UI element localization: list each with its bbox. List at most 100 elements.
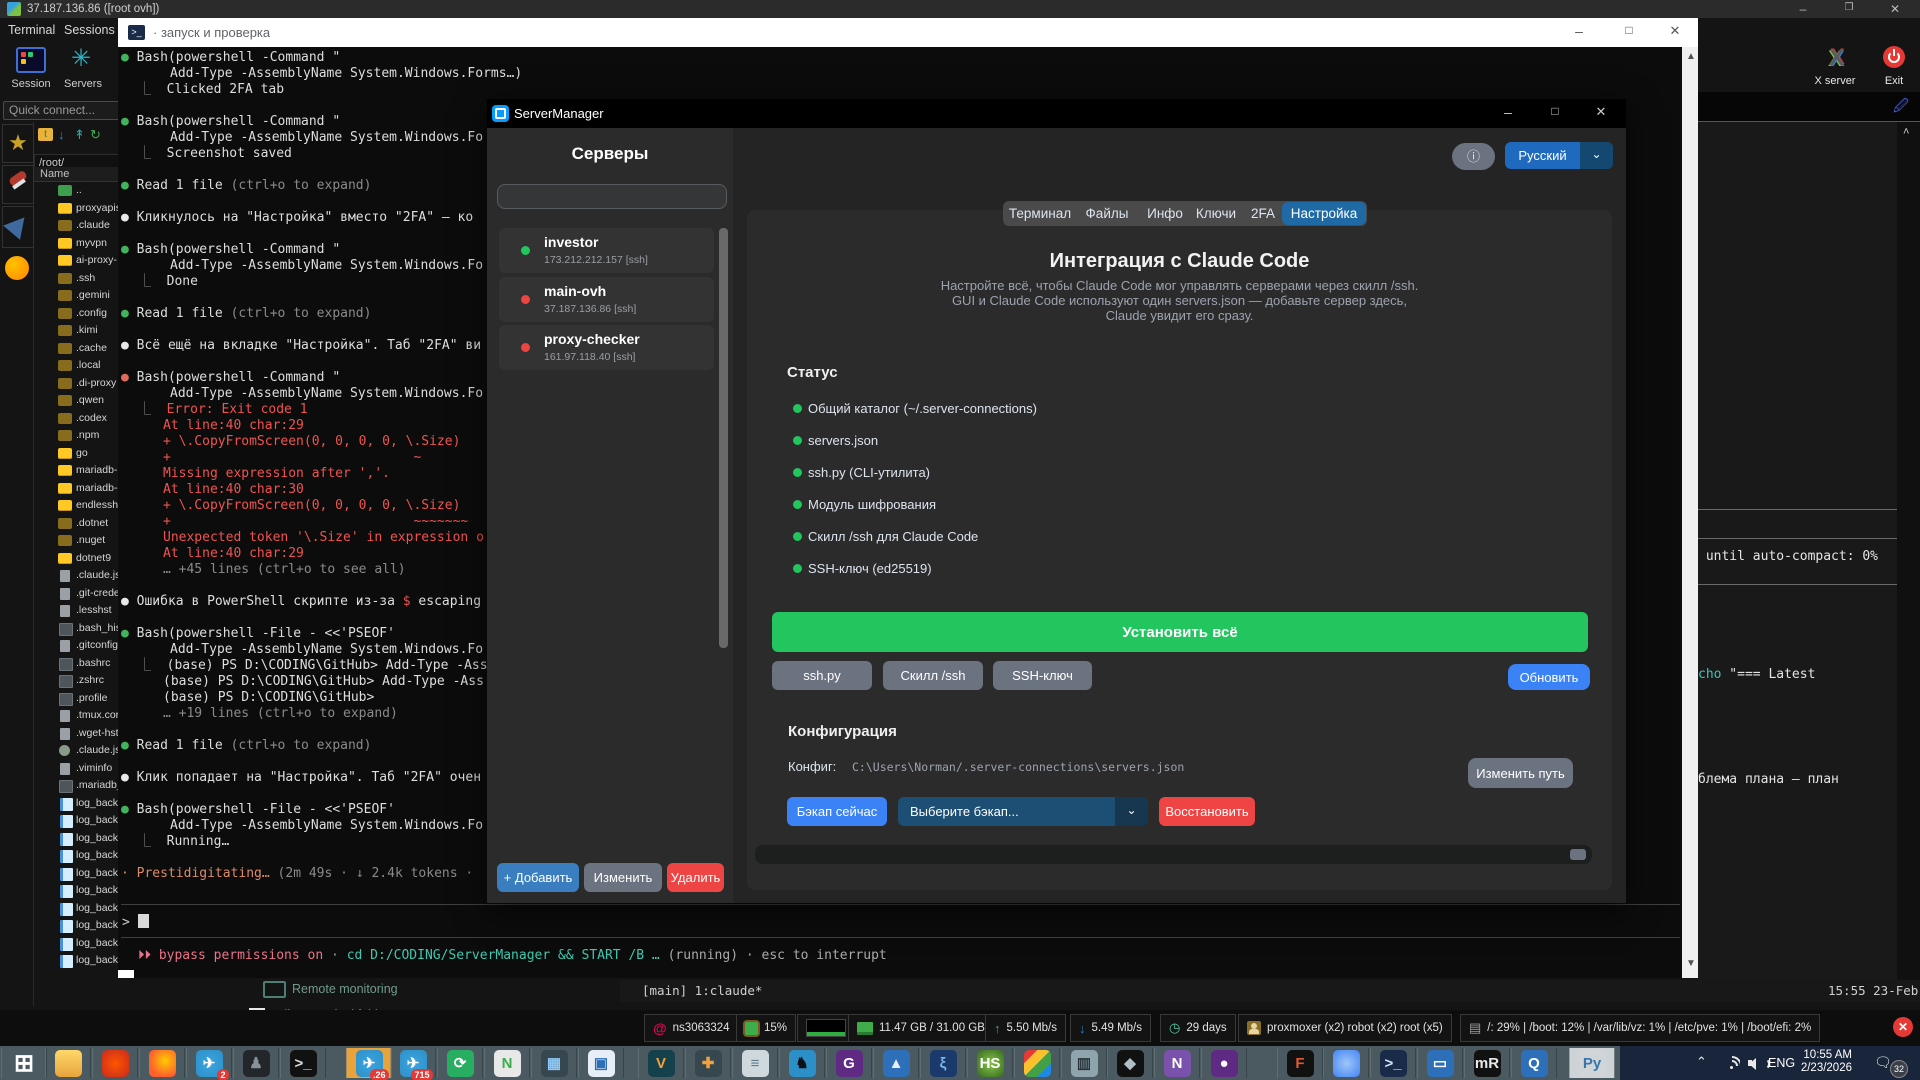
file-row[interactable]: .di-proxy xyxy=(34,376,118,393)
file-row[interactable]: .local xyxy=(34,358,118,375)
terminal-scrollbar[interactable] xyxy=(1682,47,1698,978)
file-row[interactable]: mariadb-c xyxy=(34,481,118,498)
taskbar-icon-brave[interactable] xyxy=(92,1048,138,1078)
tray-volume-icon[interactable] xyxy=(1748,1056,1764,1070)
taskbar-icon-quick[interactable]: Q xyxy=(1511,1048,1557,1078)
taskbar-icon-figma[interactable]: F xyxy=(1277,1048,1323,1078)
file-row[interactable]: go xyxy=(34,446,118,463)
tray-language[interactable]: ENG xyxy=(1768,1056,1795,1070)
taskbar-icon-mremote[interactable]: mR xyxy=(1464,1048,1510,1078)
taskbar-icon-gdoc[interactable]: G xyxy=(826,1048,872,1078)
taskbar-icon-monitor[interactable]: ▭ xyxy=(1417,1048,1463,1078)
mobaxterm-restore-button[interactable]: ❐ xyxy=(1842,2,1856,16)
file-row[interactable]: log_backu xyxy=(34,813,118,830)
terminal-scroll-up-icon[interactable]: ▲ xyxy=(1686,51,1696,62)
taskbar-icon-v9[interactable]: V xyxy=(638,1048,684,1078)
file-row[interactable]: proxyapis xyxy=(34,201,118,218)
file-row[interactable]: .npm xyxy=(34,428,118,445)
file-row[interactable]: .. xyxy=(34,183,118,200)
small-button-Скилл /ssh[interactable]: Скилл /ssh xyxy=(883,661,983,690)
server-list-scrollbar[interactable] xyxy=(719,228,728,648)
taskbar-icon-explorer[interactable] xyxy=(45,1048,91,1078)
tab-Ключи[interactable]: Ключи xyxy=(1189,201,1243,226)
mobaxterm-close-button[interactable]: ✕ xyxy=(1888,2,1902,16)
taskbar-icon-cmd[interactable]: >_ xyxy=(280,1048,326,1078)
file-row[interactable]: .cache xyxy=(34,341,118,358)
tab-Инфо[interactable]: Инфо xyxy=(1143,201,1187,226)
file-row[interactable]: myvpn xyxy=(34,236,118,253)
file-row[interactable]: log_backu xyxy=(34,866,118,883)
file-row[interactable]: .qwen xyxy=(34,393,118,410)
taskbar-icon-sync[interactable]: ⟳ xyxy=(437,1048,483,1078)
taskbar-icon-chromium[interactable] xyxy=(1323,1048,1369,1078)
taskbar-icon-notepad[interactable]: ≡ xyxy=(732,1048,778,1078)
mobaxterm-minimize-button[interactable]: – xyxy=(1796,2,1810,16)
file-row[interactable]: mariadb-i xyxy=(34,463,118,480)
file-row[interactable]: .gemini xyxy=(34,288,118,305)
taskbar-icon-telegram26[interactable]: ✈.26 xyxy=(346,1048,392,1078)
file-row[interactable]: .claude xyxy=(34,218,118,235)
server-search-input[interactable] xyxy=(497,184,727,209)
file-row[interactable]: log_backu xyxy=(34,936,118,953)
taskbar-icon-windows[interactable]: ⊞ xyxy=(1,1048,47,1078)
file-row[interactable]: log_backu xyxy=(34,918,118,935)
file-row[interactable]: .mariadb_ xyxy=(34,778,118,795)
small-button-ssh.py[interactable]: ssh.py xyxy=(772,661,872,690)
backup-select-dropdown[interactable]: Выберите бэкап... ⌄ xyxy=(898,797,1148,826)
main-hscrollbar-thumb[interactable] xyxy=(1570,849,1586,860)
file-row[interactable]: dotnet9 xyxy=(34,551,118,568)
file-row[interactable]: log_backu xyxy=(34,848,118,865)
server-item[interactable]: main-ovh37.187.136.86 [ssh] xyxy=(499,277,714,322)
tab-2FA[interactable]: 2FA xyxy=(1245,201,1281,226)
language-dropdown[interactable]: Русский ⌄ xyxy=(1505,142,1613,169)
taskbar-icon-tools[interactable]: ✚ xyxy=(685,1048,731,1078)
change-path-button[interactable]: Изменить путь xyxy=(1468,758,1573,788)
tab-Файлы[interactable]: Файлы xyxy=(1083,201,1131,226)
file-row[interactable]: .viminfo xyxy=(34,761,118,778)
taskbar-icon-notion[interactable]: N xyxy=(1154,1048,1200,1078)
tray-wifi-icon[interactable] xyxy=(1722,1056,1740,1070)
add-server-button[interactable]: + Добавить xyxy=(497,863,579,892)
tab-Терминал[interactable]: Терминал xyxy=(1009,201,1071,226)
statusbar-close-button[interactable]: ✕ xyxy=(1893,1017,1913,1037)
taskbar-icon-telegram2[interactable]: ✈2 xyxy=(186,1048,232,1078)
servermanager-titlebar[interactable] xyxy=(487,99,1626,128)
file-row[interactable]: .wget-hst xyxy=(34,726,118,743)
file-row[interactable]: .gitconfig xyxy=(34,638,118,655)
taskbar-icon-cube[interactable]: ◆ xyxy=(1107,1048,1153,1078)
taskbar-icon-paint[interactable] xyxy=(1014,1048,1060,1078)
taskbar-icon-github[interactable]: ● xyxy=(1201,1048,1247,1078)
file-row[interactable]: .claude.js xyxy=(34,568,118,585)
file-row[interactable]: .zshrc xyxy=(34,673,118,690)
small-button-SSH-ключ[interactable]: SSH-ключ xyxy=(993,661,1092,690)
server-item[interactable]: proxy-checker161.97.118.40 [ssh] xyxy=(499,325,714,370)
tray-chevron-icon[interactable]: ⌃ xyxy=(1696,1054,1707,1070)
refresh-button[interactable]: Обновить xyxy=(1508,664,1590,690)
attach-pen-icon[interactable]: 🖉 xyxy=(1893,96,1911,113)
file-row[interactable]: log_backu xyxy=(34,953,118,970)
restore-button[interactable]: Восстановить xyxy=(1159,797,1255,826)
backup-now-button[interactable]: Бэкап сейчас xyxy=(787,797,887,826)
edit-server-button[interactable]: Изменить xyxy=(584,863,662,892)
file-row[interactable]: .lesshst xyxy=(34,603,118,620)
delete-server-button[interactable]: Удалить xyxy=(667,863,724,892)
taskbar-icon-dragon[interactable]: ξ xyxy=(920,1048,966,1078)
taskbar-icon-ninja[interactable]: ♟ xyxy=(233,1048,279,1078)
install-all-button[interactable]: Установить всё xyxy=(772,612,1588,652)
behind-scrollbar[interactable] xyxy=(1897,122,1920,980)
exit-icon[interactable] xyxy=(1883,46,1905,68)
file-row[interactable]: .dotnet xyxy=(34,516,118,533)
behind-scroll-up-icon[interactable]: ˄ xyxy=(1903,126,1909,138)
servermanager-close-button[interactable]: ✕ xyxy=(1592,104,1610,122)
file-row[interactable]: .nuget xyxy=(34,533,118,550)
main-hscrollbar[interactable] xyxy=(755,845,1592,864)
taskbar-icon-notepadpp[interactable]: N xyxy=(484,1048,530,1078)
taskbar-icon-calc[interactable]: ▦ xyxy=(531,1048,577,1078)
claude-prompt[interactable]: > xyxy=(122,914,149,930)
file-row[interactable]: endlessh xyxy=(34,498,118,515)
server-item[interactable]: investor173.212.212.157 [ssh] xyxy=(499,228,714,273)
file-row[interactable]: log_backu xyxy=(34,901,118,918)
file-row[interactable]: .profile xyxy=(34,691,118,708)
file-row[interactable]: .codex xyxy=(34,411,118,428)
file-row[interactable]: .tmux.cor xyxy=(34,708,118,725)
